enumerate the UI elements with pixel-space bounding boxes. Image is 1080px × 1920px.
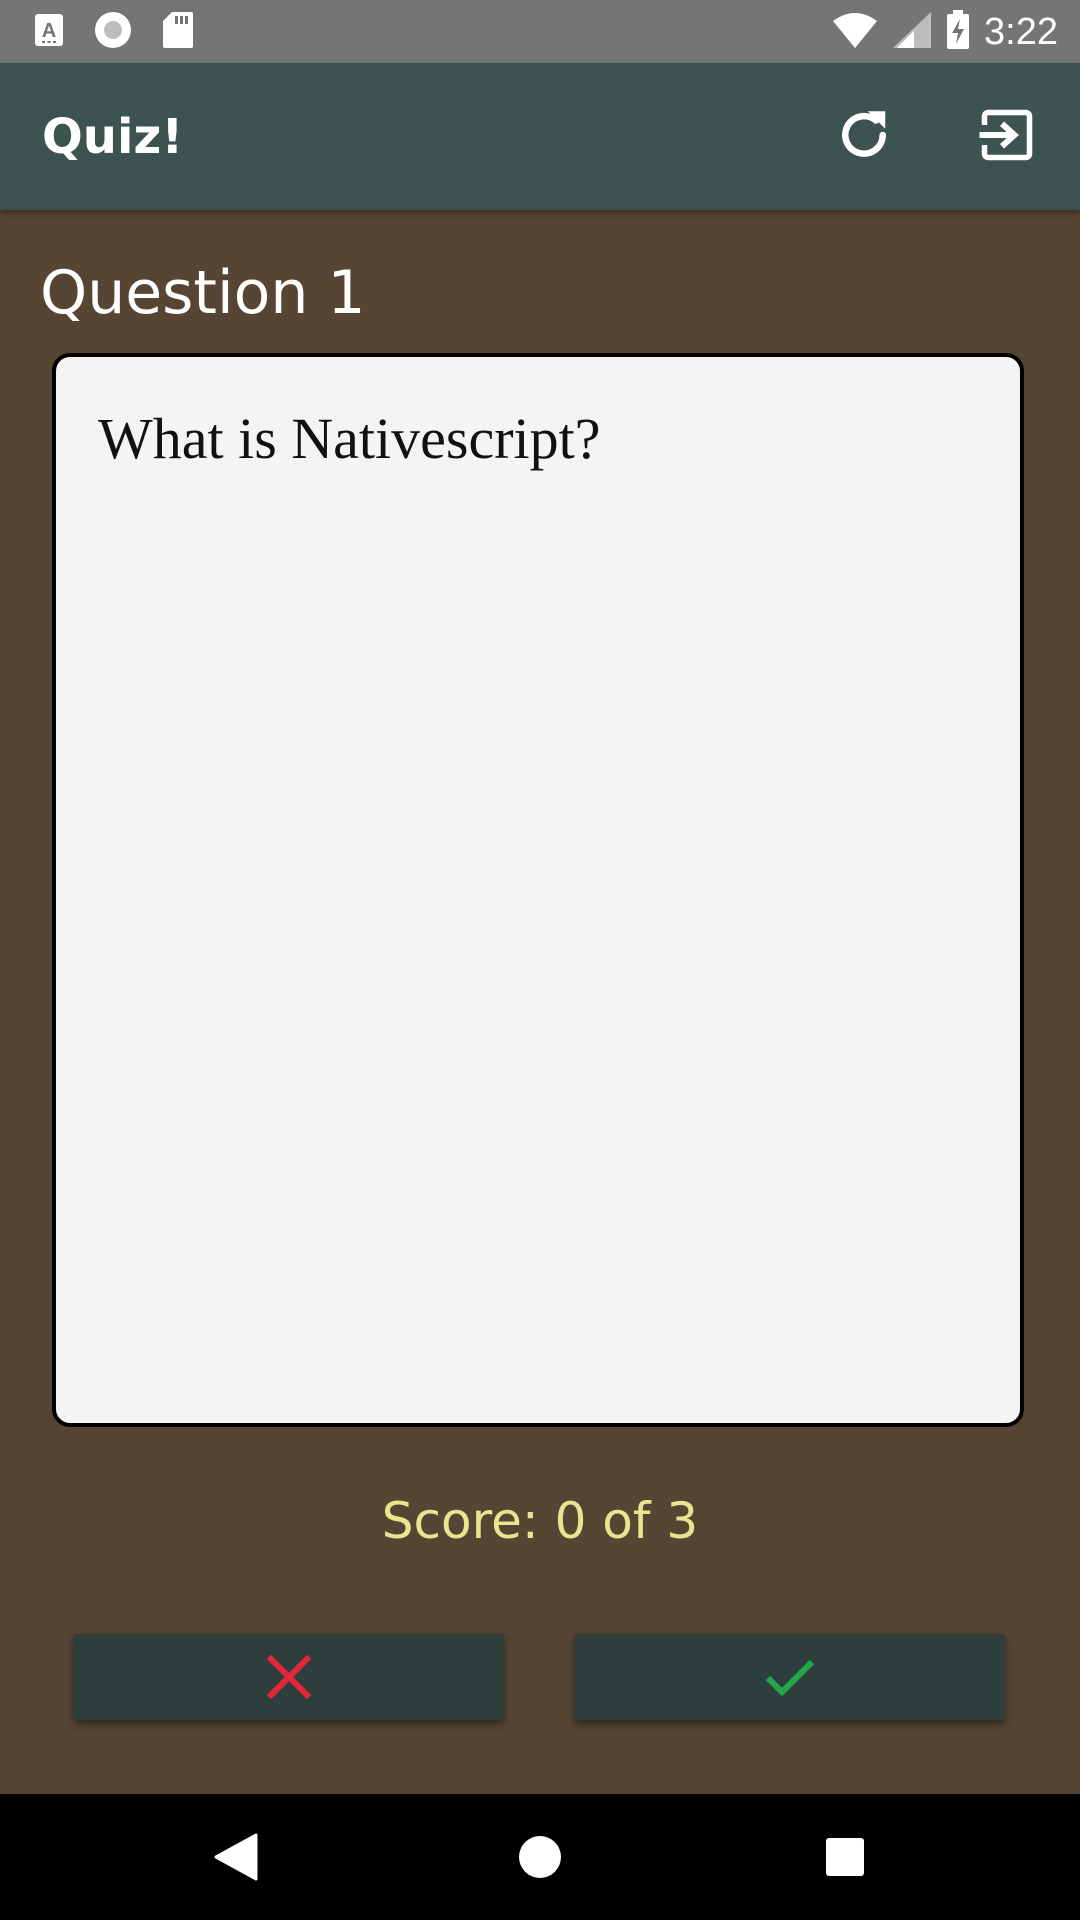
score-label: Score: 0 of 3 [381, 1492, 699, 1550]
exit-icon [979, 109, 1033, 161]
battery-charging-icon [946, 9, 970, 55]
back-button[interactable] [202, 1824, 268, 1890]
question-text: What is Nativescript? [98, 406, 601, 471]
question-card[interactable]: What is Nativescript? [52, 353, 1024, 1427]
status-bar: A 3:22 [0, 0, 1080, 63]
recents-icon [826, 1838, 864, 1876]
status-right-icons: 3:22 [832, 9, 1058, 55]
status-time: 3:22 [984, 10, 1058, 53]
app-title: Quiz! [42, 109, 184, 165]
recents-button[interactable] [812, 1824, 878, 1890]
sd-card-icon [162, 11, 194, 54]
cross-icon [267, 1655, 311, 1699]
wifi-icon [832, 11, 878, 54]
back-icon [214, 1833, 258, 1881]
svg-text:A: A [42, 20, 56, 42]
signal-icon [892, 11, 932, 54]
status-left-icons: A [34, 11, 194, 54]
keyboard-a-icon: A [34, 13, 64, 52]
home-icon [519, 1836, 561, 1878]
home-button[interactable] [507, 1824, 573, 1890]
navigation-bar [0, 1794, 1080, 1920]
question-heading: Question 1 [40, 258, 366, 328]
record-icon [94, 11, 132, 54]
right-answer-button[interactable] [575, 1634, 1005, 1720]
app-bar: Quiz! [0, 63, 1080, 210]
refresh-button[interactable] [832, 103, 896, 167]
check-icon [765, 1659, 815, 1697]
refresh-icon [842, 111, 886, 157]
exit-button[interactable] [975, 103, 1039, 167]
wrong-answer-button[interactable] [74, 1634, 504, 1720]
